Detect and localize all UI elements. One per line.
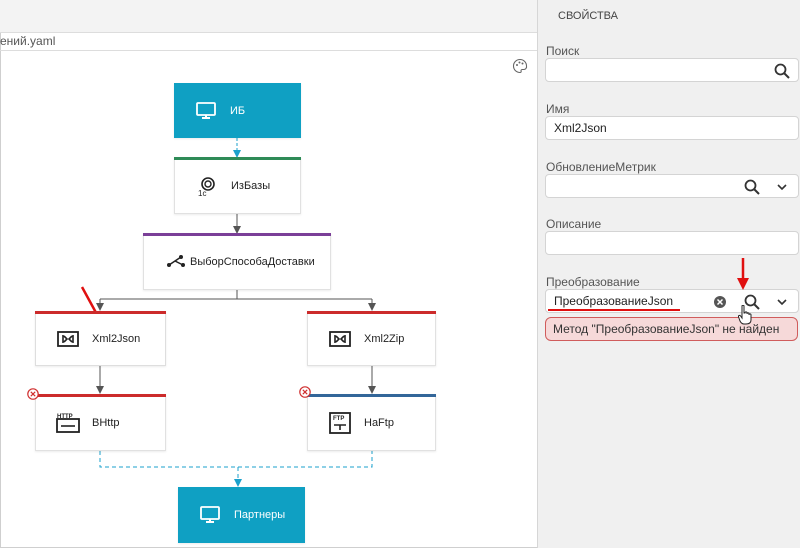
node-izbazy[interactable]: 1c ИзБазы: [174, 157, 301, 214]
xml-transform-icon: [328, 328, 352, 350]
search-icon[interactable]: [743, 178, 761, 196]
transform-label: Преобразование: [546, 275, 640, 289]
node-vhttp-label: ВHttp: [92, 416, 120, 429]
node-naftp-label: НаFtp: [364, 416, 394, 429]
description-label: Описание: [546, 217, 602, 231]
search-label: Поиск: [546, 44, 580, 58]
monitor-icon: [198, 504, 222, 526]
metrics-label: ОбновлениеМетрик: [546, 160, 656, 174]
error-icon[interactable]: [27, 388, 39, 400]
node-partnery-label: Партнеры: [234, 509, 286, 521]
editor-tab-bar: [0, 0, 537, 33]
node-xml2zip-label: Xml2Zip: [364, 332, 405, 345]
node-partnery[interactable]: Партнеры: [178, 487, 305, 543]
hand-cursor-icon: [738, 305, 752, 325]
node-naftp[interactable]: FTP НаFtp: [307, 394, 436, 451]
description-field[interactable]: [545, 231, 799, 255]
chevron-down-icon[interactable]: [773, 293, 791, 311]
1c-icon: 1c: [195, 175, 219, 197]
error-icon[interactable]: [299, 386, 311, 398]
node-vybor[interactable]: ВыборСпособаДоставки: [143, 233, 331, 290]
edge-to-partnery: [99, 451, 373, 468]
name-label: Имя: [546, 102, 570, 116]
node-izbazy-label: ИзБазы: [231, 179, 271, 192]
palette-icon[interactable]: [512, 58, 528, 74]
editor-filename: ений.yaml: [0, 32, 537, 51]
node-bar: [143, 233, 331, 236]
node-bar: [35, 311, 166, 314]
node-bar: [307, 311, 436, 314]
node-vybor-label: ВыборСпособаДоставки: [190, 255, 315, 268]
metrics-field[interactable]: [545, 174, 799, 198]
svg-text:FTP: FTP: [333, 416, 344, 422]
node-xml2json-label: Xml2Json: [92, 332, 141, 345]
xml-transform-icon: [56, 328, 80, 350]
annotation-arrow-down: [737, 258, 749, 290]
node-bar: [307, 394, 436, 397]
node-vhttp[interactable]: HTTP ВHttp: [35, 394, 166, 451]
chevron-down-icon[interactable]: [773, 178, 791, 196]
ftp-icon: FTP: [328, 411, 352, 434]
search-input[interactable]: [545, 58, 799, 82]
node-xml2zip[interactable]: Xml2Zip: [307, 311, 436, 366]
properties-panel: СВОЙСТВА Поиск Имя Xml2Json ОбновлениеМе…: [537, 0, 800, 548]
node-ib[interactable]: ИБ: [174, 83, 301, 138]
name-value: Xml2Json: [554, 121, 607, 135]
node-bar: [35, 394, 166, 397]
clear-icon[interactable]: [711, 293, 729, 311]
error-message: Метод "ПреобразованиеJson" не найден: [545, 317, 798, 341]
svg-text:HTTP: HTTP: [57, 414, 73, 420]
svg-text:1c: 1c: [198, 189, 206, 197]
properties-title: СВОЙСТВА: [558, 10, 618, 22]
monitor-icon: [194, 100, 218, 122]
branch-icon: [164, 251, 188, 273]
error-underline: [548, 309, 680, 311]
node-ib-label: ИБ: [230, 104, 246, 117]
transform-value: ПреобразованиеJson: [554, 294, 674, 308]
node-xml2json[interactable]: Xml2Json: [35, 311, 166, 366]
http-icon: HTTP: [56, 412, 80, 434]
name-field[interactable]: Xml2Json: [545, 116, 799, 140]
search-icon[interactable]: [773, 62, 791, 80]
node-bar: [174, 157, 301, 160]
